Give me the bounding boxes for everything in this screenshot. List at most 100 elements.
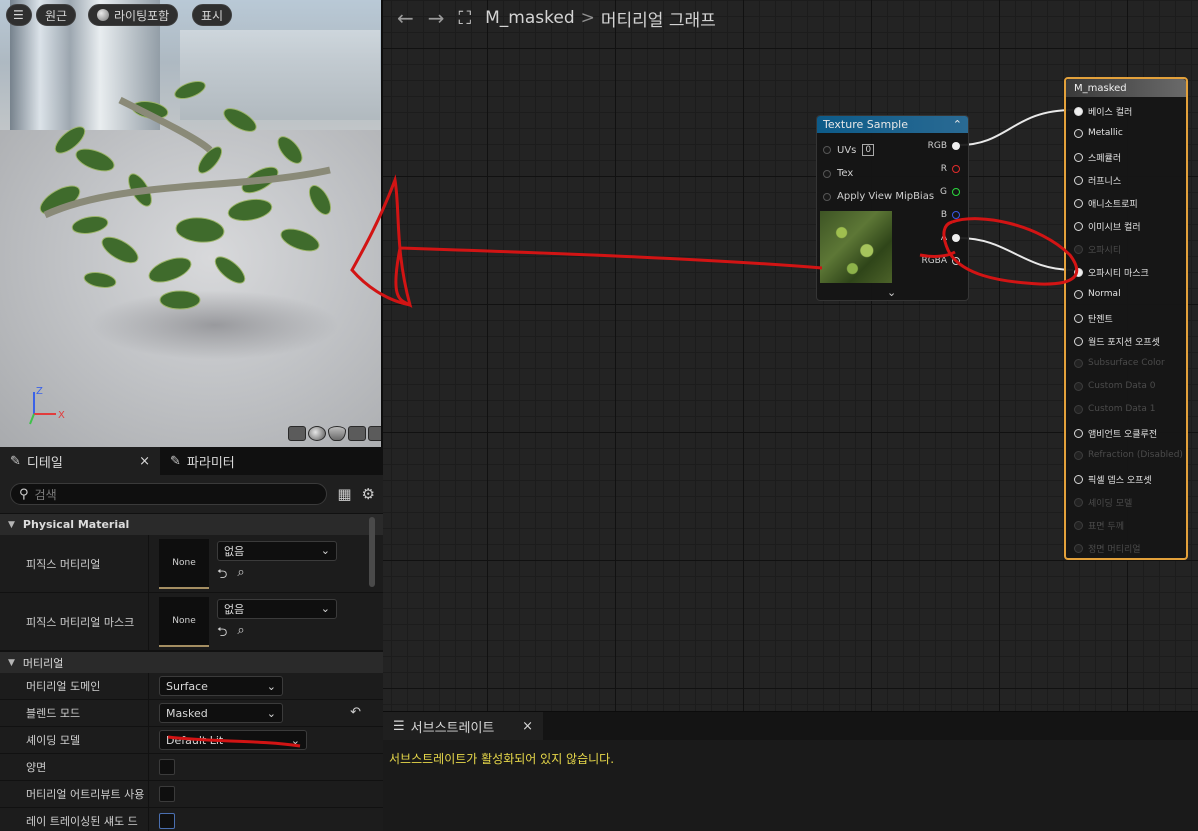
material-pin[interactable]: 앰비언트 오클루전 [1074, 427, 1157, 440]
browse-icon[interactable]: ⌕ [237, 623, 244, 645]
pin-label: B [940, 210, 947, 220]
reset-to-default-icon[interactable]: ↶ [350, 705, 361, 720]
phys-mask-row: 피직스 머티리얼 마스크 None 없음 ⌄ ⮌ ⌕ [0, 593, 383, 651]
raytraced-shadow-checkbox[interactable] [159, 813, 175, 829]
category-label: Physical Material [22, 518, 130, 531]
preview-shape-toolbar [288, 426, 381, 441]
material-attributes-label: 머티리얼 어트리뷰트 사용 [0, 781, 149, 807]
material-pin[interactable]: Normal [1074, 289, 1121, 299]
out-rgb[interactable]: RGB [928, 141, 960, 151]
phys-material-thumbnail[interactable]: None [159, 538, 209, 589]
material-pin[interactable]: 애니소트로피 [1074, 197, 1138, 210]
pin-circle-icon [952, 211, 960, 219]
phys-mask-combo[interactable]: 없음 ⌄ [217, 598, 337, 619]
viewport-menu-button[interactable]: ☰ [6, 4, 32, 26]
phys-mask-thumbnail[interactable]: None [159, 596, 209, 647]
collapse-chevron-icon[interactable]: ⌃ [953, 118, 962, 131]
table-view-icon[interactable]: ▦ [337, 485, 351, 503]
details-search-input[interactable]: ⚲ 검색 [10, 483, 328, 505]
material-attributes-checkbox[interactable] [159, 786, 175, 802]
uv-index-input[interactable]: 0 [862, 144, 875, 156]
chevron-down-icon: ⌄ [266, 706, 276, 720]
pin-mipbias[interactable]: Apply View MipBias [823, 191, 934, 202]
chevron-down-icon: ⌄ [290, 733, 300, 747]
pin-tex[interactable]: Tex [823, 168, 853, 179]
pin-circle-icon [1074, 199, 1083, 208]
pin-label: RGBA [921, 256, 947, 266]
blend-mode-combo[interactable]: Masked ⌄ [159, 703, 283, 723]
material-pin: Custom Data 1 [1074, 404, 1155, 414]
material-graph-canvas[interactable]: ← → ⛶ M_masked > 머티리얼 그래프 Texture Sample… [383, 0, 1198, 711]
tab-substrate[interactable]: ☰ 서브스트레이트 × [383, 712, 543, 740]
material-pin[interactable]: 스페큘러 [1074, 151, 1121, 164]
leaf-shape [159, 290, 201, 310]
pin-label: 러프니스 [1088, 177, 1122, 187]
browse-icon[interactable]: ⌕ [237, 565, 244, 587]
pin-label: A [940, 233, 947, 243]
combo-value: 없음 [224, 544, 245, 558]
tab-details[interactable]: ✎ 디테일 × [0, 447, 160, 475]
out-r[interactable]: R [941, 164, 960, 174]
pin-circle-icon [952, 188, 960, 196]
pin-label: 애니소트로피 [1088, 200, 1138, 210]
out-b[interactable]: B [941, 210, 960, 220]
show-button[interactable]: 표시 [192, 4, 233, 26]
tab-parameters-label: 파라미터 [186, 455, 235, 471]
lighting-button[interactable]: 라이팅포함 [88, 4, 179, 26]
material-pin[interactable]: 이미시브 컬러 [1074, 220, 1141, 233]
details-scrollbar[interactable] [369, 517, 375, 587]
two-sided-row: 양면 [0, 754, 383, 781]
pin-uvs[interactable]: UVs 0 [823, 144, 875, 156]
sphere-icon[interactable] [308, 426, 326, 441]
pin-circle-icon [1074, 475, 1083, 484]
leaf-shape [277, 136, 303, 164]
phys-material-combo[interactable]: 없음 ⌄ [217, 540, 337, 561]
substrate-panel: ☰ 서브스트레이트 × 서브스트레이트가 활성화되어 있지 않습니다. [383, 711, 1198, 831]
perspective-label: 원근 [45, 8, 68, 23]
material-preview-viewport[interactable]: ☰ 원근 라이팅포함 표시 Z X [0, 0, 383, 447]
pin-label: 오파시티 마스크 [1088, 269, 1149, 279]
pin-circle-icon [1074, 107, 1083, 116]
pin-label: 앰비언트 오클루전 [1088, 430, 1158, 440]
pencil-icon: ✎ [10, 453, 21, 469]
expand-chevron-icon[interactable]: ⌄ [887, 286, 896, 299]
pin-circle-icon [1074, 289, 1083, 299]
teapot-icon[interactable] [368, 426, 381, 441]
cylinder-icon[interactable] [288, 426, 306, 441]
use-selected-icon[interactable]: ⮌ [217, 623, 227, 645]
material-pin[interactable]: 오파시티 마스크 [1074, 266, 1149, 279]
show-label: 표시 [201, 8, 224, 23]
out-a[interactable]: A [941, 233, 960, 243]
out-g[interactable]: G [940, 187, 960, 197]
two-sided-checkbox[interactable] [159, 759, 175, 775]
out-rgba[interactable]: RGBA [921, 256, 960, 266]
raytraced-shadow-row: 레이 트레이싱된 섀도 드 [0, 808, 383, 831]
close-icon[interactable]: × [139, 454, 150, 469]
pin-label: RGB [927, 141, 947, 151]
perspective-button[interactable]: 원근 [36, 4, 77, 26]
cube-icon[interactable] [348, 426, 366, 441]
pin-circle-icon [1074, 429, 1083, 438]
leaf-shape [148, 257, 192, 283]
tab-parameters[interactable]: ✎ 파라미터 [160, 447, 245, 475]
material-pin[interactable]: 탄젠트 [1074, 312, 1113, 325]
phys-material-label: 피직스 머티리얼 [0, 535, 149, 592]
pin-label: 스페큘러 [1088, 154, 1122, 164]
category-material[interactable]: ▼ 머티리얼 [0, 651, 383, 673]
shading-model-combo[interactable]: Default Lit ⌄ [159, 730, 307, 750]
texture-sample-node[interactable]: Texture Sample ⌃ UVs 0 Tex Apply View MipB… [816, 115, 969, 301]
material-domain-combo[interactable]: Surface ⌄ [159, 676, 283, 696]
pin-label: Tex [837, 168, 854, 179]
close-icon[interactable]: × [522, 719, 533, 734]
material-pin[interactable]: 러프니스 [1074, 174, 1121, 187]
category-physical-material[interactable]: ▼ Physical Material [0, 513, 383, 535]
material-pin[interactable]: Metallic [1074, 128, 1123, 138]
plane-icon[interactable] [328, 426, 346, 441]
node-title: M_masked [1066, 79, 1186, 97]
material-pin[interactable]: 픽셀 뎁스 오프셋 [1074, 473, 1152, 486]
use-selected-icon[interactable]: ⮌ [217, 565, 227, 587]
material-pin[interactable]: 베이스 컬러 [1074, 105, 1132, 118]
material-result-node[interactable]: M_masked 베이스 컬러 Metallic 스페큘러러프니스애니소트로피이미시… [1064, 77, 1188, 560]
gear-icon[interactable]: ⚙ [362, 485, 375, 503]
material-pin[interactable]: 월드 포지션 오프셋 [1074, 335, 1160, 348]
